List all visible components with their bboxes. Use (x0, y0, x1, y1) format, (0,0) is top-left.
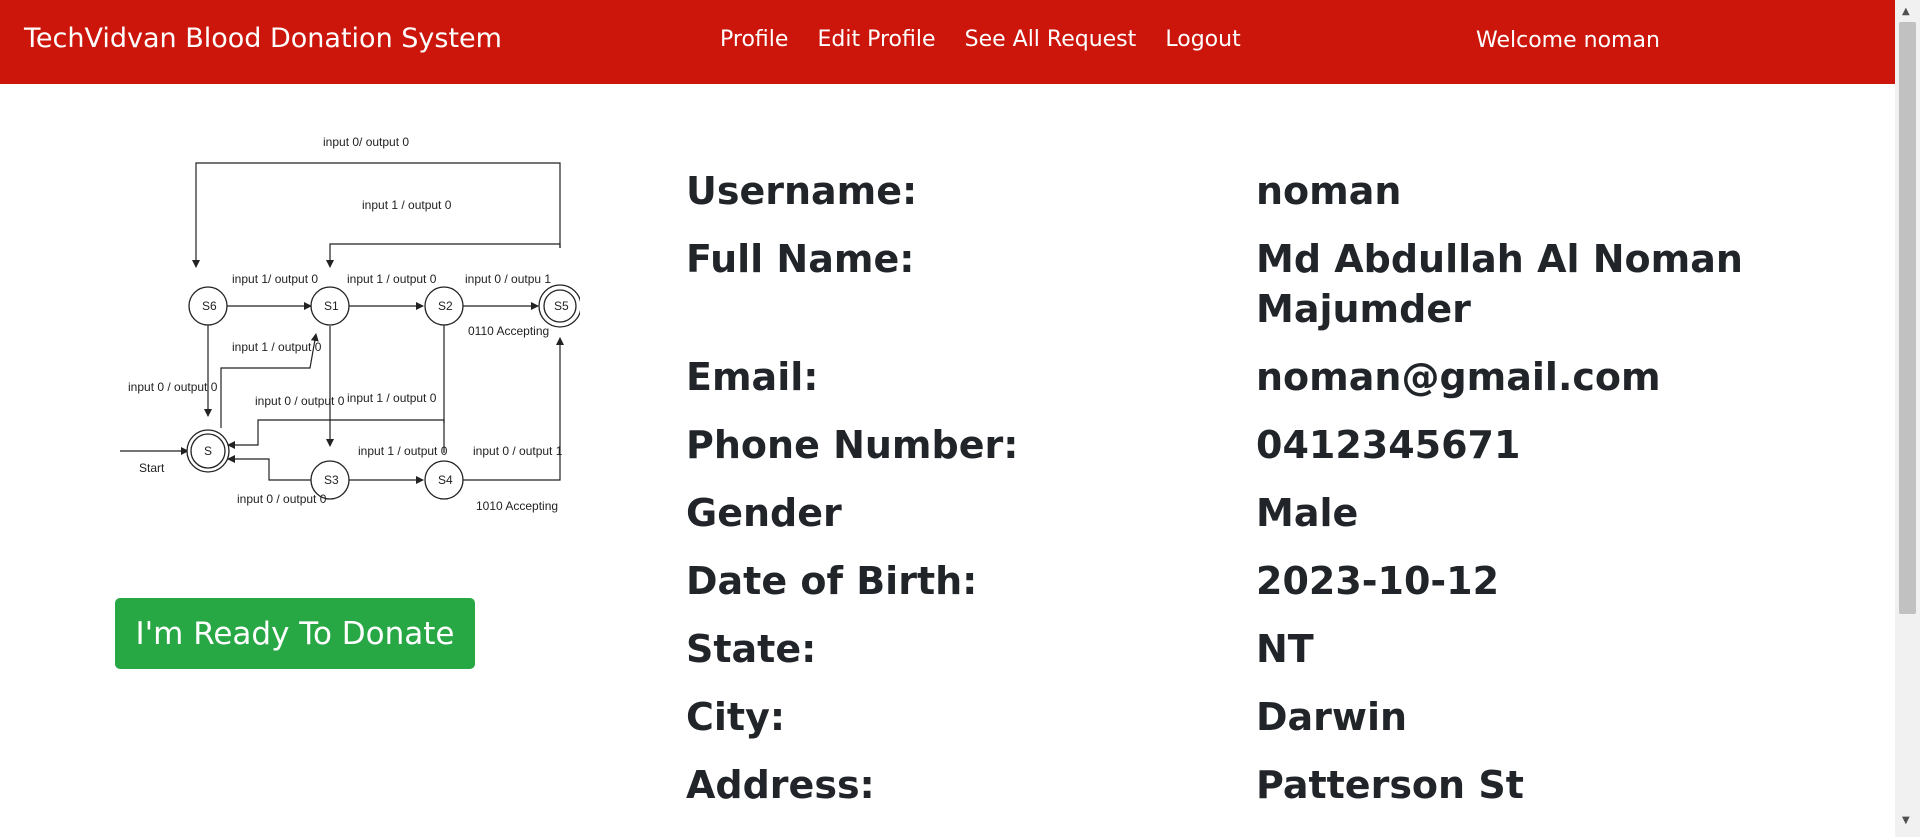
profile-row-state: State: NT (686, 624, 1866, 674)
edge-label-s6-s: input 0 / output 0 (128, 380, 218, 394)
profile-row-address: Address: Patterson St (686, 760, 1866, 810)
edge-label-s3-s: input 0 / output 0 (237, 492, 327, 506)
scrollbar-thumb[interactable] (1899, 22, 1916, 614)
brand-title[interactable]: TechVidvan Blood Donation System (24, 23, 502, 54)
nav-links: Profile Edit Profile See All Request Log… (720, 27, 1265, 52)
state-label-s3: S3 (324, 473, 339, 487)
nav-link-logout[interactable]: Logout (1165, 27, 1240, 52)
profile-row-email: Email: noman@gmail.com (686, 352, 1866, 402)
scroll-down-arrow-icon[interactable]: ▼ (1902, 815, 1910, 826)
profile-details: Username: noman Full Name: Md Abdullah A… (686, 166, 1866, 828)
edge-label-s4-s-b: input 1 / output 0 (347, 391, 437, 405)
city-value: Darwin (1256, 695, 1408, 739)
state-label: State: (686, 627, 817, 671)
edge-label-s3-s4: input 1 / output 0 (358, 444, 448, 458)
address-label: Address: (686, 763, 875, 807)
nav-link-see-all-request[interactable]: See All Request (965, 27, 1137, 52)
email-label: Email: (686, 355, 819, 399)
gender-label: Gender (686, 491, 842, 535)
start-label: Start (139, 461, 165, 475)
username-value: noman (1256, 169, 1402, 213)
vertical-scrollbar[interactable]: ▲ ▼ (1895, 0, 1920, 837)
gender-value: Male (1256, 491, 1359, 535)
profile-row-username: Username: noman (686, 166, 1866, 216)
full-name-value: Md Abdullah Al Noman Majumder (1256, 237, 1743, 331)
state-machine-diagram: S6 S1 S2 S5 S S3 S4 input 0/ output 0 in… (120, 135, 580, 513)
nav-link-edit-profile[interactable]: Edit Profile (818, 27, 936, 52)
top-navbar: TechVidvan Blood Donation System Profile… (0, 0, 1895, 84)
edge-label-s2-s5: input 0 / outpu 1 (465, 272, 551, 286)
note-0110-accepting: 0110 Accepting (468, 324, 549, 338)
profile-row-phone: Phone Number: 0412345671 (686, 420, 1866, 470)
username-label: Username: (686, 169, 918, 213)
nav-link-profile[interactable]: Profile (720, 27, 788, 52)
state-label-s: S (204, 444, 212, 458)
phone-label: Phone Number: (686, 423, 1019, 467)
edge-label-s1-s2: input 1 / output 0 (347, 272, 437, 286)
state-label-s4: S4 (438, 473, 453, 487)
edge-label-s6-s1: input 1/ output 0 (232, 272, 318, 286)
state-label-s2: S2 (438, 299, 453, 313)
state-label-s5: S5 (554, 299, 569, 313)
edge-label-s4-s5: input 0 / output 1 (473, 444, 563, 458)
edge-label-top-loop: input 0/ output 0 (323, 135, 409, 149)
profile-row-full-name: Full Name: Md Abdullah Al Noman Majumder (686, 234, 1866, 334)
edge-label-s4-s-a: input 0 / output 0 (255, 394, 345, 408)
state-value: NT (1256, 627, 1314, 671)
date-of-birth-value: 2023-10-12 (1256, 559, 1500, 603)
edge-label-s5-s1: input 1 / output 0 (362, 198, 452, 212)
city-label: City: (686, 695, 786, 739)
phone-value: 0412345671 (1256, 423, 1521, 467)
profile-row-gender: Gender Male (686, 488, 1866, 538)
edge-label-s-s1: input 1 / output 0 (232, 340, 322, 354)
note-1010-accepting: 1010 Accepting (476, 499, 558, 513)
ready-to-donate-button[interactable]: I'm Ready To Donate (115, 598, 475, 669)
welcome-message: Welcome noman (1476, 28, 1660, 53)
email-value: noman@gmail.com (1256, 355, 1661, 399)
profile-row-date-of-birth: Date of Birth: 2023-10-12 (686, 556, 1866, 606)
scroll-up-arrow-icon[interactable]: ▲ (1902, 6, 1910, 17)
date-of-birth-label: Date of Birth: (686, 559, 978, 603)
state-label-s6: S6 (202, 299, 217, 313)
profile-row-city: City: Darwin (686, 692, 1866, 742)
address-value: Patterson St (1256, 763, 1524, 807)
full-name-label: Full Name: (686, 237, 915, 281)
state-label-s1: S1 (324, 299, 339, 313)
